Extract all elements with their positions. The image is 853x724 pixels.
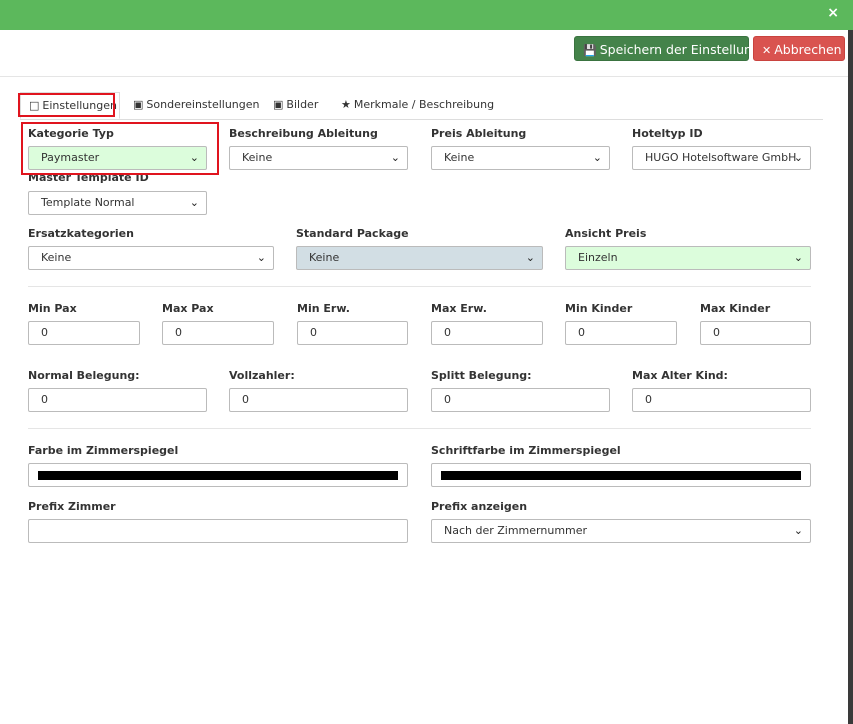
tab-label: Einstellungen <box>42 99 117 112</box>
tab-label: Merkmale / Beschreibung <box>353 98 495 111</box>
hoteltyp-id-value: HUGO Hotelsoftware GmbH <box>645 151 797 164</box>
ansicht-preis-select[interactable]: Einzeln ⌄ <box>565 246 811 270</box>
category-settings-modal: × 💾 Speichern der Einstellung ✕ Abbrechen … <box>0 0 853 724</box>
chevron-down-icon: ⌄ <box>592 151 602 164</box>
close-icon: ✕ <box>762 44 772 57</box>
chevron-down-icon: ⌄ <box>256 251 266 264</box>
prefix-anzeigen-select[interactable]: Nach der Zimmernummer ⌄ <box>431 519 811 543</box>
beschreibung-ableitung-value: Keine <box>242 151 273 164</box>
kategorie-typ-label: Kategorie Typ <box>28 127 114 140</box>
preis-ableitung-value: Keine <box>444 151 475 164</box>
splitt-belegung-input[interactable]: 0 <box>431 388 610 412</box>
hoteltyp-id-select[interactable]: HUGO Hotelsoftware GmbH ⌄ <box>632 146 811 170</box>
floppy-disk-icon: 💾 <box>583 44 597 57</box>
tab-sondereinstellungen[interactable]: ▣ Sondereinstellungen <box>133 92 260 119</box>
chevron-down-icon: ⌄ <box>189 196 199 209</box>
max-pax-label: Max Pax <box>162 302 214 315</box>
save-button-label: Speichern der Einstellung <box>599 42 760 57</box>
master-template-id-value: Template Normal <box>41 196 135 209</box>
max-erw-input[interactable]: 0 <box>431 321 543 345</box>
tab-label: Sondereinstellungen <box>146 98 260 111</box>
save-button[interactable]: 💾 Speichern der Einstellung <box>574 36 760 61</box>
prefix-zimmer-label: Prefix Zimmer <box>28 500 116 513</box>
color-swatch <box>441 471 801 480</box>
min-kinder-input[interactable]: 0 <box>565 321 677 345</box>
ersatzkategorien-select[interactable]: Keine ⌄ <box>28 246 274 270</box>
ersatzkategorien-label: Ersatzkategorien <box>28 227 134 240</box>
farbe-zimmerspiegel-picker[interactable] <box>28 463 408 487</box>
ansicht-preis-label: Ansicht Preis <box>565 227 647 240</box>
beschreibung-ableitung-select[interactable]: Keine ⌄ <box>229 146 408 170</box>
tab-label: Bilder <box>286 98 319 111</box>
normal-belegung-label: Normal Belegung: <box>28 369 140 382</box>
tab-bar: □ Einstellungen ▣ Sondereinstellungen ▣ Bil… <box>20 92 823 120</box>
min-kinder-label: Min Kinder <box>565 302 633 315</box>
max-erw-label: Max Erw. <box>431 302 487 315</box>
schriftfarbe-zimmerspiegel-picker[interactable] <box>431 463 811 487</box>
ersatzkategorien-value: Keine <box>41 251 72 264</box>
max-kinder-label: Max Kinder <box>700 302 771 315</box>
cancel-button-label: Abbrechen <box>774 42 842 57</box>
hoteltyp-id-label: Hoteltyp ID <box>632 127 703 140</box>
splitt-belegung-label: Splitt Belegung: <box>431 369 532 382</box>
farbe-zimmerspiegel-label: Farbe im Zimmerspiegel <box>28 444 179 457</box>
chevron-down-icon: ⌄ <box>793 524 803 537</box>
min-pax-input[interactable]: 0 <box>28 321 140 345</box>
min-erw-input[interactable]: 0 <box>297 321 408 345</box>
max-alter-kind-input[interactable]: 0 <box>632 388 811 412</box>
beschreibung-ableitung-label: Beschreibung Ableitung <box>229 127 378 140</box>
max-kinder-input[interactable]: 0 <box>700 321 811 345</box>
kategorie-typ-value: Paymaster <box>41 151 100 164</box>
cancel-button[interactable]: ✕ Abbrechen <box>753 36 845 61</box>
chevron-down-icon: ⌄ <box>390 151 400 164</box>
preis-ableitung-label: Preis Ableitung <box>431 127 527 140</box>
master-template-id-label: Master Template ID <box>28 171 149 184</box>
kategorie-typ-select[interactable]: Paymaster ⌄ <box>28 146 207 170</box>
divider <box>28 286 811 287</box>
modal-header: 💾 Speichern der Einstellung ✕ Abbrechen <box>0 30 848 77</box>
max-pax-input[interactable]: 0 <box>162 321 274 345</box>
tab-bilder[interactable]: ▣ Bilder <box>273 92 318 119</box>
image-icon: ▣ <box>133 98 144 111</box>
modal-top-bar: × <box>0 0 853 30</box>
master-template-id-select[interactable]: Template Normal ⌄ <box>28 191 207 215</box>
vollzahler-input[interactable]: 0 <box>229 388 408 412</box>
chevron-down-icon: ⌄ <box>525 251 535 264</box>
prefix-anzeigen-label: Prefix anzeigen <box>431 500 528 513</box>
tab-einstellungen[interactable]: □ Einstellungen <box>20 92 120 119</box>
min-erw-label: Min Erw. <box>297 302 350 315</box>
preis-ableitung-select[interactable]: Keine ⌄ <box>431 146 610 170</box>
standard-package-value: Keine <box>309 251 340 264</box>
chevron-down-icon: ⌄ <box>793 251 803 264</box>
prefix-zimmer-input[interactable] <box>28 519 408 543</box>
image-icon: ▣ <box>273 98 284 111</box>
color-swatch <box>38 471 398 480</box>
normal-belegung-input[interactable]: 0 <box>28 388 207 412</box>
star-icon: ★ <box>341 98 351 111</box>
chevron-down-icon: ⌄ <box>189 151 199 164</box>
chevron-down-icon: ⌄ <box>793 151 803 164</box>
crop-icon: □ <box>29 99 40 112</box>
background-overlay <box>848 30 853 724</box>
standard-package-label: Standard Package <box>296 227 409 240</box>
divider <box>28 428 811 429</box>
vollzahler-label: Vollzahler: <box>229 369 295 382</box>
close-icon[interactable]: × <box>827 6 839 20</box>
min-pax-label: Min Pax <box>28 302 77 315</box>
ansicht-preis-value: Einzeln <box>578 251 618 264</box>
max-alter-kind-label: Max Alter Kind: <box>632 369 728 382</box>
prefix-anzeigen-value: Nach der Zimmernummer <box>444 524 588 537</box>
tab-merkmale-beschreibung[interactable]: ★ Merkmale / Beschreibung <box>341 92 494 119</box>
schriftfarbe-zimmerspiegel-label: Schriftfarbe im Zimmerspiegel <box>431 444 621 457</box>
standard-package-select[interactable]: Keine ⌄ <box>296 246 543 270</box>
